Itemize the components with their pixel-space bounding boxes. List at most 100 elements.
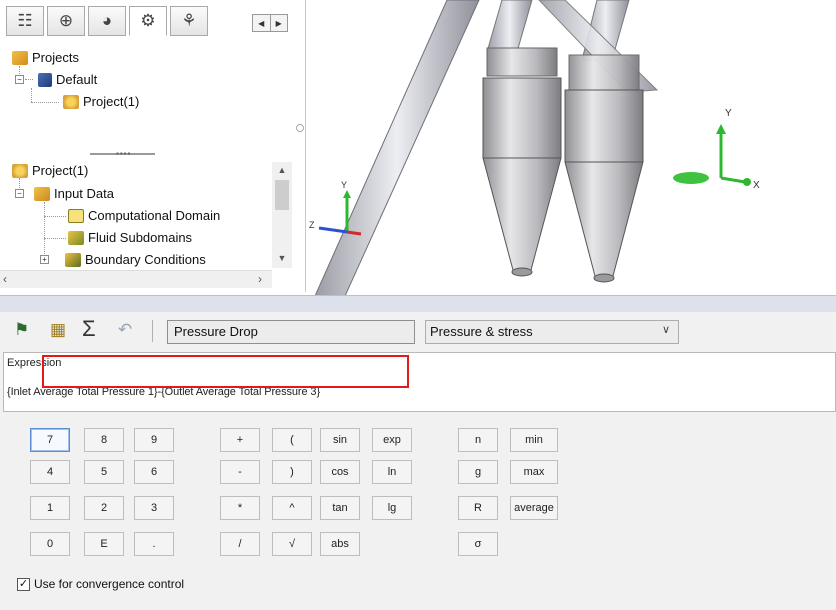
tree-item-projects[interactable]: Projects bbox=[12, 50, 79, 65]
tree-item-boundary-conditions[interactable]: + Boundary Conditions bbox=[40, 252, 206, 267]
scrollbar-thumb[interactable] bbox=[275, 180, 289, 210]
key-digit-button[interactable]: . bbox=[134, 532, 174, 556]
feature-manager-icon[interactable]: ☷ bbox=[6, 6, 44, 36]
tree-item-label: Default bbox=[56, 72, 98, 87]
sum-icon[interactable]: Σ bbox=[82, 316, 96, 342]
tree-item-label: Fluid Subdomains bbox=[88, 230, 193, 245]
tree-item-default[interactable]: − Default bbox=[15, 72, 97, 87]
collapse-icon[interactable]: − bbox=[15, 189, 24, 198]
toolbar-separator bbox=[152, 320, 153, 342]
key-digit-button[interactable]: 5 bbox=[84, 460, 124, 484]
flow-project-icon bbox=[63, 94, 79, 109]
convergence-control-label: Use for convergence control bbox=[34, 577, 185, 591]
key-op-button[interactable]: / bbox=[220, 532, 260, 556]
key-func-button[interactable]: abs bbox=[320, 532, 360, 556]
expression-text[interactable]: {Inlet Average Total Pressure 1}-{Outlet… bbox=[7, 386, 320, 398]
key-op-button[interactable]: + bbox=[220, 428, 260, 452]
key-func-button[interactable]: cos bbox=[320, 460, 360, 484]
appearance-icon[interactable]: ◕ bbox=[88, 6, 126, 36]
graphics-viewport[interactable]: Y X Y Z bbox=[307, 0, 836, 296]
collapse-icon[interactable]: − bbox=[15, 75, 24, 84]
cyclone-right-inlet bbox=[568, 54, 640, 92]
collapse-panel-handle[interactable] bbox=[296, 124, 304, 132]
scroll-up-icon[interactable]: ▲ bbox=[272, 162, 292, 178]
key-const-button[interactable]: g bbox=[458, 460, 498, 484]
key-digit-button[interactable]: 3 bbox=[134, 496, 174, 520]
key-op-button[interactable]: ) bbox=[272, 460, 312, 484]
checkbox-icon[interactable]: ✓ bbox=[17, 577, 30, 591]
key-const-button[interactable]: R bbox=[458, 496, 498, 520]
scroll-down-icon[interactable]: ▼ bbox=[272, 250, 292, 266]
key-op-button[interactable]: ^ bbox=[272, 496, 312, 520]
key-digit-button[interactable]: E bbox=[84, 532, 124, 556]
cyclone-left-inlet bbox=[486, 47, 558, 77]
goal-flag-icon[interactable]: ⚑ bbox=[14, 320, 29, 340]
panel-separator[interactable] bbox=[0, 295, 836, 312]
key-digit-button[interactable]: 0 bbox=[30, 532, 70, 556]
tree-horizontal-scrollbar[interactable]: ‹ › bbox=[0, 270, 272, 288]
property-manager-icon[interactable]: ⊕ bbox=[47, 6, 85, 36]
key-digit-button[interactable]: 2 bbox=[84, 496, 124, 520]
scroll-left-icon[interactable]: ‹ bbox=[3, 272, 7, 286]
key-digit-button[interactable]: 9 bbox=[134, 428, 174, 452]
tab-scroll-right-icon[interactable]: ▶ bbox=[271, 15, 288, 31]
scroll-right-icon[interactable]: › bbox=[258, 272, 262, 286]
key-op-button[interactable]: ( bbox=[272, 428, 312, 452]
cyclone-right-cone bbox=[564, 161, 644, 277]
input-data-folder-icon bbox=[34, 186, 50, 201]
category-dropdown[interactable]: Pressure & stress ∨ bbox=[425, 320, 679, 344]
insert-parameter-icon[interactable]: ▦ bbox=[50, 320, 66, 340]
tree-item-computational-domain[interactable]: Computational Domain bbox=[68, 208, 220, 223]
pane-splitter[interactable]: ▪▪▪▪ bbox=[90, 149, 155, 158]
cyclone-left-cone bbox=[482, 157, 562, 271]
key-func-button[interactable]: lg bbox=[372, 496, 412, 520]
key-digit-button[interactable]: 6 bbox=[134, 460, 174, 484]
tree-connector bbox=[44, 238, 66, 239]
tree-item-analysis-project[interactable]: Project(1) bbox=[12, 163, 88, 178]
tree-connector bbox=[44, 216, 66, 217]
tree-vertical-scrollbar[interactable]: ▲ ▼ bbox=[272, 162, 292, 268]
expression-field[interactable]: Expression {Inlet Average Total Pressure… bbox=[3, 352, 836, 412]
key-const-button[interactable]: n bbox=[458, 428, 498, 452]
convergence-control-checkbox[interactable]: ✓ Use for convergence control bbox=[17, 577, 184, 591]
key-op-button[interactable]: - bbox=[220, 460, 260, 484]
tab-scroll-arrows[interactable]: ◀ ▶ bbox=[252, 14, 288, 32]
key-op-button[interactable]: * bbox=[220, 496, 260, 520]
tree-item-fluid-subdomains[interactable]: Fluid Subdomains bbox=[68, 230, 192, 245]
category-dropdown-value: Pressure & stress bbox=[430, 324, 533, 339]
flow-project-icon bbox=[12, 163, 28, 178]
cyclone-model-render: Y X Y Z bbox=[309, 0, 760, 296]
flow-simulation-icon[interactable]: ⚙ bbox=[129, 6, 167, 36]
ref-axis-z bbox=[318, 226, 348, 234]
ref-axis-y-label: Y bbox=[341, 180, 347, 190]
key-digit-button[interactable]: 4 bbox=[30, 460, 70, 484]
chevron-down-icon[interactable]: ∨ bbox=[662, 323, 670, 336]
key-func-button[interactable]: sin bbox=[320, 428, 360, 452]
key-digit-button[interactable]: 7 bbox=[30, 428, 70, 452]
model-axis-x-label: X bbox=[753, 180, 760, 191]
key-const-button[interactable]: max bbox=[510, 460, 558, 484]
key-digit-button[interactable]: 8 bbox=[84, 428, 124, 452]
parameter-name-field[interactable]: Pressure Drop bbox=[167, 320, 415, 344]
expand-icon[interactable]: + bbox=[40, 255, 49, 264]
key-const-button[interactable]: σ bbox=[458, 532, 498, 556]
key-const-button[interactable]: average bbox=[510, 496, 558, 520]
manager-tabs: ☷ ⊕ ◕ ⚙ ⚘ bbox=[6, 6, 208, 36]
projects-folder-icon bbox=[12, 50, 28, 65]
key-func-button[interactable]: tan bbox=[320, 496, 360, 520]
undo-icon[interactable]: ↶ bbox=[118, 320, 132, 340]
expression-label: Expression bbox=[7, 357, 62, 369]
key-digit-button[interactable]: 1 bbox=[30, 496, 70, 520]
flow-tree-icon[interactable]: ⚘ bbox=[170, 6, 208, 36]
tree-item-project-1[interactable]: Project(1) bbox=[63, 94, 139, 109]
tree-item-label: Project(1) bbox=[83, 94, 140, 109]
diagonal-pipe bbox=[314, 0, 480, 296]
key-const-button[interactable]: min bbox=[510, 428, 558, 452]
key-func-button[interactable]: ln bbox=[372, 460, 412, 484]
parameter-calculator: ⚑ ▦ Σ ↶ Pressure Drop Pressure & stress … bbox=[0, 312, 836, 610]
tab-scroll-left-icon[interactable]: ◀ bbox=[253, 15, 271, 31]
tree-item-input-data[interactable]: − Input Data bbox=[15, 186, 114, 201]
tree-item-label: Project(1) bbox=[32, 163, 89, 178]
key-op-button[interactable]: √ bbox=[272, 532, 312, 556]
key-func-button[interactable]: exp bbox=[372, 428, 412, 452]
